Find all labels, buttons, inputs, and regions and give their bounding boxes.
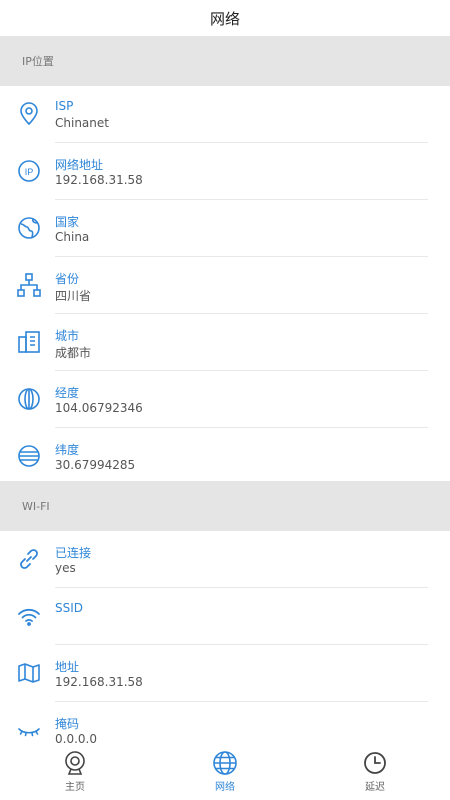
section-header-ip: IP位置 xyxy=(0,36,450,86)
clock-icon xyxy=(362,750,388,776)
item-label: SSID xyxy=(55,601,84,615)
item-value: 192.168.31.58 xyxy=(55,173,143,187)
svg-text:IP: IP xyxy=(25,167,34,177)
list-item-ssid[interactable]: SSID xyxy=(0,588,450,645)
globe-icon xyxy=(212,750,238,776)
item-value: 30.67994285 xyxy=(55,458,136,472)
eye-closed-icon xyxy=(16,717,42,743)
item-label: 经度 xyxy=(55,386,80,400)
item-label: 已连接 xyxy=(55,546,92,560)
nav-label: 网络 xyxy=(215,782,235,793)
nav-item-network[interactable]: 网络 xyxy=(150,744,300,800)
list-item-latitude[interactable]: 纬度 30.67994285 xyxy=(0,428,450,485)
list-item-address[interactable]: 地址 192.168.31.58 xyxy=(0,645,450,702)
item-label: 省份 xyxy=(55,272,80,286)
location-pin-icon xyxy=(16,101,42,127)
nav-item-latency[interactable]: 延迟 xyxy=(300,744,450,800)
item-label: 纬度 xyxy=(55,443,80,457)
item-value: Chinanet xyxy=(55,116,109,130)
list-item-province[interactable]: 省份 四川省 xyxy=(0,257,450,314)
list-item-isp[interactable]: ISP Chinanet xyxy=(0,86,450,143)
bottom-nav: 主页 网络 延迟 xyxy=(0,744,450,800)
building-icon xyxy=(16,329,42,355)
nav-label: 主页 xyxy=(65,782,85,793)
item-value: China xyxy=(55,230,90,244)
list-item-connected[interactable]: 已连接 yes xyxy=(0,531,450,588)
item-value: yes xyxy=(55,561,76,575)
list-item-ip-address[interactable]: IP 网络地址 192.168.31.58 xyxy=(0,143,450,200)
item-label: 国家 xyxy=(55,215,80,229)
item-value: 成都市 xyxy=(55,346,92,360)
item-label: 地址 xyxy=(55,660,80,674)
item-label: ISP xyxy=(55,99,74,113)
item-label: 网络地址 xyxy=(55,158,104,172)
network-tree-icon xyxy=(16,272,42,298)
nav-label: 延迟 xyxy=(365,782,385,793)
page-title: 网络 xyxy=(0,0,450,36)
list-item-longitude[interactable]: 经度 104.06792346 xyxy=(0,371,450,428)
item-label: 城市 xyxy=(55,329,80,343)
globe-icon xyxy=(16,215,42,241)
list-item-country[interactable]: 国家 China xyxy=(0,200,450,257)
item-value: 192.168.31.58 xyxy=(55,675,143,689)
latitude-icon xyxy=(16,443,42,469)
list-item-city[interactable]: 城市 成都市 xyxy=(0,314,450,371)
section-header-wifi: WI-FI xyxy=(0,481,450,531)
item-label: 掩码 xyxy=(55,717,80,731)
wifi-icon xyxy=(16,603,42,629)
longitude-icon xyxy=(16,386,42,412)
nav-item-home[interactable]: 主页 xyxy=(0,744,150,800)
item-value: 104.06792346 xyxy=(55,401,143,415)
home-icon xyxy=(62,750,88,776)
ip-icon: IP xyxy=(16,158,42,184)
map-icon xyxy=(16,660,42,686)
item-value: 四川省 xyxy=(55,289,92,303)
link-icon xyxy=(16,546,42,572)
